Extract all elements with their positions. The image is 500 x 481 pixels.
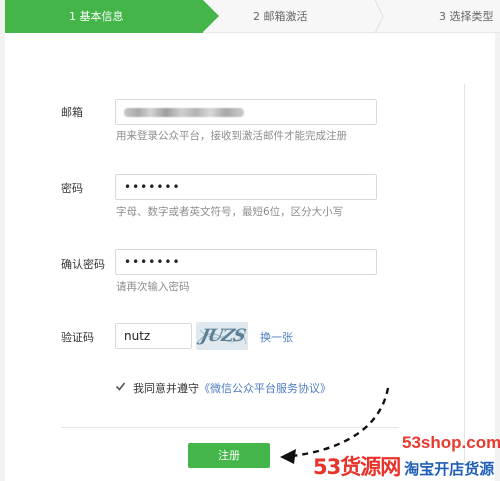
step-select-type: 3 选择类型 [439,0,494,33]
step-basic-info: 1 基本信息 [5,0,219,33]
step-label: 3 选择类型 [439,10,494,23]
agree-checkbox[interactable] [115,381,126,392]
step-email-activation: 2 邮箱激活 [253,0,308,33]
step-arrow-icon [203,0,219,32]
watermark-brand: 53货源网 [313,455,401,479]
password-field[interactable]: ••••••• [115,174,377,200]
captcha-image[interactable]: JUZS [196,322,248,350]
confirm-password-field[interactable]: ••••••• [115,249,377,275]
email-hint: 用来登录公众平台，接收到激活邮件才能完成注册 [116,130,347,142]
step-label: 2 邮箱激活 [253,10,308,23]
captcha-label: 验证码 [61,331,94,344]
watermark-site: 53shop.com [402,433,500,452]
confirm-password-label: 确认密码 [61,258,105,271]
registration-card [5,0,495,481]
watermark-tagline: 淘宝开店货源 [404,460,495,478]
step-label: 1 基本信息 [69,10,124,23]
password-hint: 字母、数字或者英文符号，最短6位，区分大小写 [116,206,344,218]
chevron-right-icon [374,0,384,33]
password-label: 密码 [61,182,83,195]
captcha-field[interactable]: nutz [115,323,192,349]
email-field[interactable] [115,99,377,125]
watermark-brand-block: 53货源网 淘宝开店货源 [313,451,495,479]
divider-vertical [464,84,465,464]
captcha-image-text: JUZS [198,326,247,346]
register-button[interactable]: 注册 [188,443,270,468]
agreement-label: 我同意并遵守 [133,382,199,395]
obscured-email-value [124,108,244,117]
step-progress-bar: 1 基本信息 2 邮箱激活 3 选择类型 [5,0,500,33]
email-label: 邮箱 [61,106,83,119]
refresh-captcha-link[interactable]: 换一张 [260,329,293,345]
confirm-password-hint: 请再次输入密码 [116,281,190,293]
